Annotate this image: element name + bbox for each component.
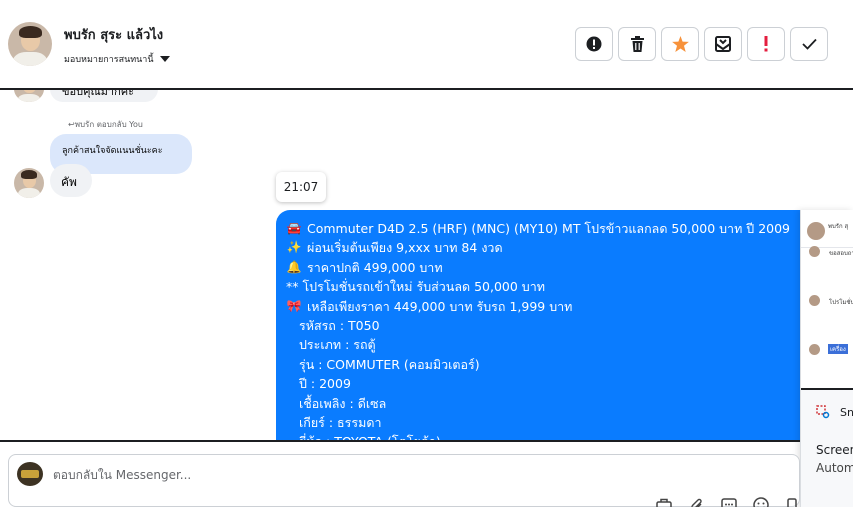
saved-replies-icon[interactable] [655,497,673,507]
message-line-text: ราคาปกติ 499,000 บาท [307,259,443,275]
message-line-text: ผ่อนเริ่มต้นเพียง 9,xxx บาท 84 งวด [307,240,503,256]
panel-header: พบรัก สุ [801,210,853,248]
preview-panel[interactable]: พบรัก สุ ขอสอบถา โปรโมชั่นลด เครื่อง Sni… [800,210,853,507]
message-line-text: Commuter D4D 2.5 (HRF) (MNC) (MY10) MT โ… [307,221,791,236]
panel-item-avatar [809,344,820,355]
message-line-text: เหลือเพียงราคา 449,000 บาท รับรถ 1,999 บ… [307,298,573,314]
more-tools-icon[interactable] [783,497,801,507]
star-button[interactable] [661,27,699,61]
emoji-icon[interactable] [752,497,770,507]
reply-indicator: ↩พบรัก ตอบกลับ You [68,120,143,129]
message-line-text: ยี่ห้อ : TOYOTA (โตโยต้า) [299,432,441,440]
reply-composer [8,454,800,507]
message-thread[interactable]: ขอบคุณมากค่ะ ↩พบรัก ตอบกลับ You ลูกค้าสน… [0,90,853,440]
panel-item-2[interactable]: โปรโมชั่นลด [829,297,853,307]
panel-avatar [807,222,825,240]
assign-conversation-dropdown[interactable]: มอบหมายการสนทนานี้ [64,52,170,66]
mark-done-button[interactable] [790,27,828,61]
message-timestamp: 21:07 [276,172,326,202]
message-line: ยี่ห้อ : TOYOTA (โตโยต้า) [286,432,806,440]
message-line: รหัสรถ : T050 [286,316,806,335]
message-line: ** โปรโมชั่นรถเข้าใหม่ รับส่วนลด 50,000 … [286,277,806,296]
panel-name: พบรัก สุ [828,223,849,230]
checkmark-icon [801,38,817,50]
message-line: 🚘 Commuter D4D 2.5 (HRF) (MNC) (MY10) MT … [286,219,806,238]
outgoing-message[interactable]: 🚘 Commuter D4D 2.5 (HRF) (MNC) (MY10) MT … [276,210,816,440]
panel-message-list: ขอสอบถา โปรโมชั่นลด เครื่อง [801,246,853,390]
message-line: เชื้อเพลิง : ดีเซล [286,394,806,413]
reply-arrow-icon: ↩ [68,120,75,129]
notification-area: Sni Screen Autom [801,390,853,507]
snip-label: Sni [840,406,853,419]
delete-button[interactable] [618,27,656,61]
message-line: ประเภท : รถตู้ [286,335,806,354]
screen-label: Screen [816,443,853,457]
envelope-archive-icon [715,36,731,52]
sender-avatar-2 [14,168,44,198]
contact-avatar[interactable] [8,22,52,66]
auto-label: Autom [816,461,853,475]
exclamation-mark-icon [764,36,768,52]
contact-name[interactable]: พบรัก สุระ แล้วไง [64,24,163,45]
message-line-text: รหัสรถ : T050 [299,318,380,334]
composer-divider [0,440,800,442]
archive-button[interactable] [704,27,742,61]
report-button[interactable] [575,27,613,61]
panel-item-3[interactable]: เครื่อง [828,344,848,354]
message-line-text: เชื้อเพลิง : ดีเซล [299,395,387,411]
page-avatar [17,462,43,486]
message-line: เกียร์ : ธรรมดา [286,413,806,432]
panel-item-avatar [809,246,820,257]
message-template-icon[interactable] [720,497,738,507]
conversation-header: พบรัก สุระ แล้วไง มอบหมายการสนทนานี้ [0,0,853,88]
incoming-message[interactable]: คัพ [50,164,92,197]
attachment-icon[interactable] [688,497,706,507]
message-line-text: ปี : 2009 [299,376,351,392]
assign-label: มอบหมายการสนทนานี้ [64,55,154,65]
snip-tool-icon [816,405,830,419]
message-line: รุ่น : COMMUTER (คอมมิวเตอร์) [286,355,806,374]
emoji-icon: 🎀 [286,298,302,313]
message-line: 🔔 ราคาปกติ 499,000 บาท [286,258,806,277]
message-bubble-partial: ขอบคุณมากค่ะ [50,90,158,102]
exclamation-circle-icon [586,36,602,52]
panel-item-avatar [809,295,820,306]
message-line-text: รุ่น : COMMUTER (คอมมิวเตอร์) [299,356,480,372]
message-line: ปี : 2009 [286,374,806,393]
message-line: 🎀 เหลือเพียงราคา 449,000 บาท รับรถ 1,999 … [286,297,806,316]
panel-item-1[interactable]: ขอสอบถา [829,248,853,258]
emoji-icon: 🚘 [286,221,302,235]
sender-avatar [14,90,44,102]
message-line: ✨ ผ่อนเริ่มต้นเพียง 9,xxx บาท 84 งวด [286,238,806,257]
message-line-text: ประเภท : รถตู้ [299,337,376,353]
message-line-text: เกียร์ : ธรรมดา [299,415,382,431]
reply-input[interactable] [53,468,653,482]
emoji-icon: 🔔 [286,259,302,274]
messenger-inbox: พบรัก สุระ แล้วไง มอบหมายการสนทนานี้ ขอบ… [0,0,853,507]
important-button[interactable] [747,27,785,61]
trash-icon [630,36,644,52]
caret-down-icon [159,56,170,62]
emoji-icon: ✨ [286,240,302,255]
message-line-text: ** โปรโมชั่นรถเข้าใหม่ รับส่วนลด 50,000 … [286,279,545,295]
star-icon [671,36,689,52]
